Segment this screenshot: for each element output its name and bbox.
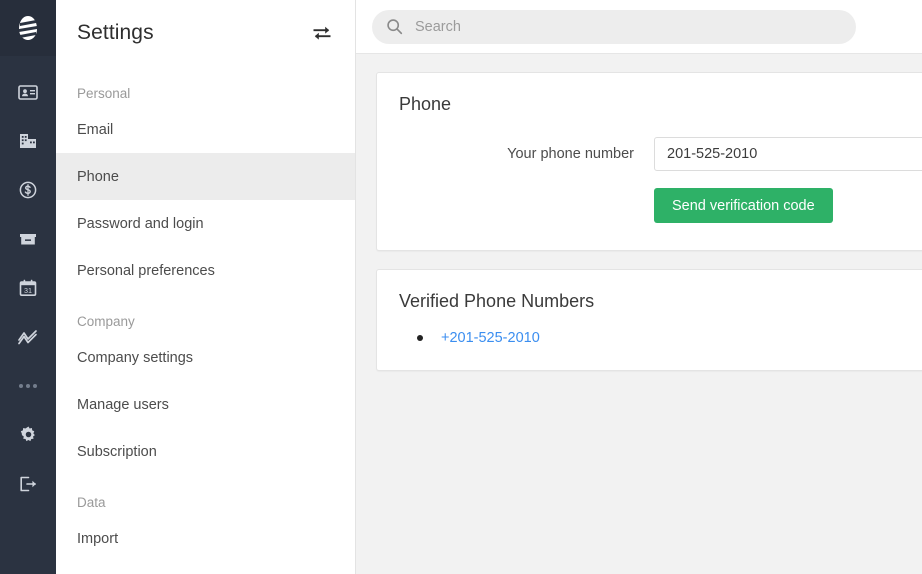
- sidebar-item-import[interactable]: Import: [56, 515, 355, 562]
- sidebar-nav: Personal Email Phone Password and login …: [56, 80, 355, 562]
- verified-card-title: Verified Phone Numbers: [399, 291, 595, 311]
- sidebar-item-email[interactable]: Email: [56, 106, 355, 153]
- sidebar-item-label: Password and login: [77, 215, 204, 232]
- app-logo[interactable]: [0, 0, 56, 56]
- phone-number-label: Your phone number: [507, 146, 634, 162]
- bullet-icon: [417, 335, 423, 341]
- logout-icon: [20, 476, 36, 491]
- rail-item-companies[interactable]: [0, 116, 56, 165]
- dollar-circle-icon: [19, 181, 37, 198]
- sidebar-item-label: Import: [77, 530, 119, 547]
- rail-item-deals[interactable]: [0, 165, 56, 214]
- sidebar-item-label: Subscription: [77, 443, 157, 460]
- sidebar-item-label: Phone: [77, 168, 119, 185]
- striped-egg-logo-icon: [19, 16, 37, 40]
- sidebar-header: Settings: [56, 0, 355, 66]
- content-area: Phone Your phone number Send verificatio…: [356, 54, 922, 574]
- ellipsis-icon: [19, 383, 37, 388]
- phone-number-input[interactable]: [654, 137, 922, 171]
- sidebar-item-company-settings[interactable]: Company settings: [56, 334, 355, 381]
- calendar-31-icon: 31: [19, 279, 37, 296]
- rail-item-settings[interactable]: [0, 410, 56, 459]
- rail-item-calendar[interactable]: 31: [0, 263, 56, 312]
- sidebar-item-password-and-login[interactable]: Password and login: [56, 200, 355, 247]
- app-root: 31 Settings Personal Email Phone Passwor…: [0, 0, 922, 574]
- nav-group-label-company: Company: [77, 313, 135, 329]
- archive-box-icon: [20, 233, 36, 244]
- send-verification-code-button[interactable]: Send verification code: [654, 188, 833, 223]
- verified-number-list: +201-525-2010: [377, 312, 922, 370]
- svg-text:31: 31: [24, 286, 32, 295]
- sidebar-item-label: Company settings: [77, 349, 194, 366]
- sidebar-item-label: Email: [77, 121, 114, 138]
- line-chart-icon: [18, 329, 37, 344]
- settings-sidebar: Settings Personal Email Phone Password a…: [56, 0, 356, 574]
- sidebar-item-label: Manage users: [77, 396, 169, 413]
- sidebar-item-subscription[interactable]: Subscription: [56, 428, 355, 475]
- swap-settings-button[interactable]: [311, 22, 333, 44]
- sidebar-item-label: Personal preferences: [77, 262, 215, 279]
- rail-item-inbox[interactable]: [0, 214, 56, 263]
- sidebar-item-personal-preferences[interactable]: Personal preferences: [56, 247, 355, 294]
- send-code-row: Send verification code: [377, 171, 922, 250]
- rail-item-list: 31: [0, 67, 56, 508]
- verified-number-link[interactable]: +201-525-2010: [441, 330, 540, 346]
- rail-item-contacts[interactable]: [0, 67, 56, 116]
- rail-item-reports[interactable]: [0, 312, 56, 361]
- swap-arrows-icon: [313, 26, 331, 40]
- sidebar-item-manage-users[interactable]: Manage users: [56, 381, 355, 428]
- phone-card-title: Phone: [399, 94, 452, 114]
- nav-group-label-data: Data: [77, 494, 106, 510]
- verified-phone-numbers-card: Verified Phone Numbers +201-525-2010: [376, 269, 922, 371]
- page-title: Settings: [77, 21, 154, 44]
- gear-icon: [20, 426, 35, 442]
- btn-offset-spacer: [399, 188, 654, 223]
- sidebar-item-phone[interactable]: Phone: [56, 153, 355, 200]
- search-bar[interactable]: [372, 9, 856, 44]
- rail-item-more[interactable]: [0, 361, 56, 410]
- search-input[interactable]: [415, 18, 842, 35]
- icon-rail: 31: [0, 0, 56, 574]
- nav-group-label-personal: Personal: [77, 85, 131, 101]
- search-icon: [387, 19, 403, 35]
- contact-card-icon: [18, 84, 38, 100]
- list-item: +201-525-2010: [417, 330, 922, 346]
- top-bar: [356, 0, 922, 54]
- phone-number-row: Your phone number: [377, 115, 922, 171]
- building-icon: [20, 133, 36, 148]
- rail-item-logout[interactable]: [0, 459, 56, 508]
- phone-card: Phone Your phone number Send verificatio…: [376, 72, 922, 251]
- main-region: Phone Your phone number Send verificatio…: [356, 0, 922, 574]
